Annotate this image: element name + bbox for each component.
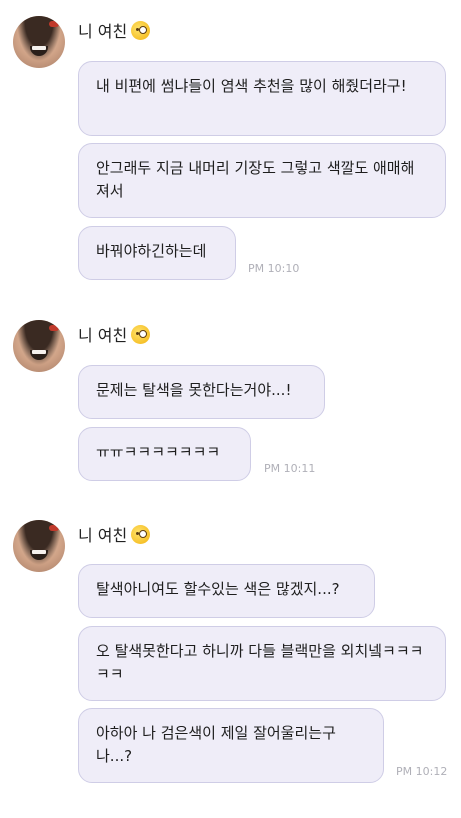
sender-name-row: 니 여친	[78, 322, 151, 346]
sender-name-row: 니 여친	[78, 18, 151, 42]
message-bubble[interactable]: 문제는 탈색을 못한다는거야...!	[78, 365, 325, 419]
message-timestamp: PM 10:10	[248, 262, 300, 275]
message-text: 아하아 나 검은색이 제일 잘어울리는구나...?	[96, 724, 336, 765]
avatar[interactable]	[13, 520, 65, 572]
sender-name: 니 여친	[78, 526, 128, 545]
message-text: 문제는 탈색을 못한다는거야...!	[96, 381, 292, 399]
message-text: 바꿔야하긴하는데	[96, 242, 207, 260]
message-bubble[interactable]: 내 비편에 썸냐들이 염색 추천을 많이 해줬더라구!	[78, 61, 446, 136]
sender-name: 니 여친	[78, 326, 128, 345]
message-text: 오 탈색못한다고 하니까 다들 블랙만을 외치넼ㅋㅋㅋㅋㅋ	[96, 642, 424, 683]
message-text: 내 비편에 썸냐들이 염색 추천을 많이 해줬더라구!	[96, 77, 407, 95]
message-bubble[interactable]: 아하아 나 검은색이 제일 잘어울리는구나...?	[78, 708, 384, 783]
message-bubble[interactable]: 오 탈색못한다고 하니까 다들 블랙만을 외치넼ㅋㅋㅋㅋㅋ	[78, 626, 446, 701]
message-timestamp: PM 10:11	[264, 462, 316, 475]
message-text: 안그래두 지금 내머리 기장도 그렇고 색깔도 애매해져서	[96, 159, 415, 200]
face-with-monocle-icon	[131, 20, 151, 40]
message-bubble[interactable]: ㅠㅠㅋㅋㅋㅋㅋㅋㅋ	[78, 427, 251, 481]
message-bubble[interactable]: 탈색아니여도 할수있는 색은 많겠지...?	[78, 564, 375, 618]
face-with-monocle-icon	[131, 324, 151, 344]
message-timestamp: PM 10:12	[396, 765, 448, 778]
avatar[interactable]	[13, 16, 65, 68]
message-bubble[interactable]: 안그래두 지금 내머리 기장도 그렇고 색깔도 애매해져서	[78, 143, 446, 218]
message-bubble[interactable]: 바꿔야하긴하는데	[78, 226, 236, 280]
message-text: 탈색아니여도 할수있는 색은 많겠지...?	[96, 580, 340, 598]
sender-name: 니 여친	[78, 22, 128, 41]
sender-name-row: 니 여친	[78, 522, 151, 546]
avatar[interactable]	[13, 320, 65, 372]
message-text: ㅠㅠㅋㅋㅋㅋㅋㅋㅋ	[96, 443, 221, 461]
face-with-monocle-icon	[131, 524, 151, 544]
